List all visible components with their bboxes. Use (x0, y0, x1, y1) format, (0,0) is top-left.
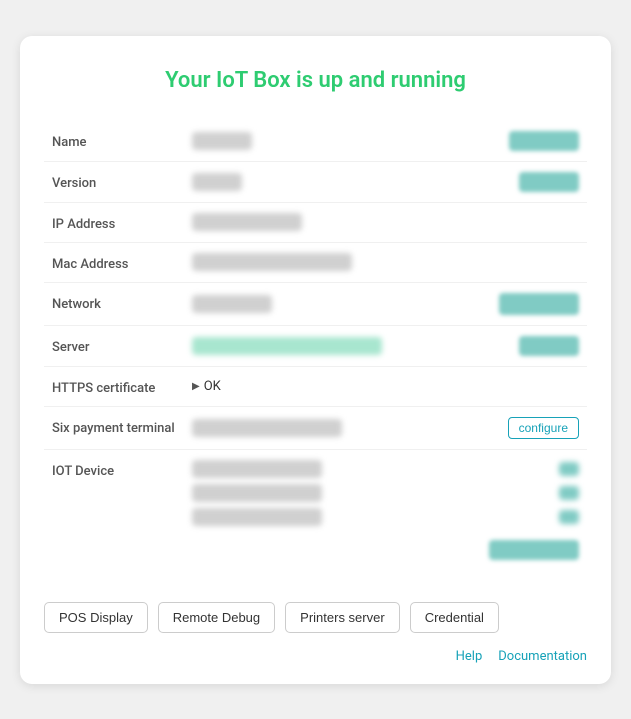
iot-device-item-2 (192, 484, 579, 502)
iot-box-card: Your IoT Box is up and running Name Vers… (20, 36, 611, 684)
iot-device-item-3 (192, 508, 579, 526)
network-action-button[interactable] (499, 293, 579, 315)
iot-device-item-1 (192, 460, 579, 478)
iot-device-status-1 (559, 462, 579, 476)
iot-device-action (192, 540, 579, 560)
version-label: Version (44, 161, 184, 202)
version-row: Version (44, 161, 587, 202)
help-link[interactable]: Help (456, 649, 483, 664)
iot-device-list (192, 460, 579, 560)
network-row: Network (44, 282, 587, 325)
credential-button[interactable]: Credential (410, 602, 499, 633)
remote-debug-button[interactable]: Remote Debug (158, 602, 275, 633)
https-value-cell: ▶ OK (184, 366, 587, 406)
server-label: Server (44, 325, 184, 366)
documentation-link[interactable]: Documentation (498, 649, 587, 664)
mac-address-label: Mac Address (44, 242, 184, 282)
server-value-cell (184, 325, 587, 366)
version-action-button[interactable] (519, 172, 579, 192)
network-label: Network (44, 282, 184, 325)
server-row: Server (44, 325, 587, 366)
iot-device-action-button (489, 540, 579, 560)
iot-device-name-2 (192, 484, 322, 502)
info-table: Name Version IP Address (44, 121, 587, 570)
payment-terminal-value-cell: configure (184, 406, 587, 449)
network-value (192, 295, 272, 313)
payment-terminal-value (192, 419, 342, 437)
payment-terminal-row: Six payment terminal configure (44, 406, 587, 449)
iot-device-status-2 (559, 486, 579, 500)
mac-address-value-cell (184, 242, 587, 282)
ip-address-value-cell (184, 202, 587, 242)
ip-address-value (192, 213, 302, 231)
name-label: Name (44, 121, 184, 162)
printers-server-button[interactable]: Printers server (285, 602, 400, 633)
https-status: OK (204, 379, 221, 394)
https-label: HTTPS certificate (44, 366, 184, 406)
mac-address-row: Mac Address (44, 242, 587, 282)
configure-button[interactable]: configure (508, 417, 579, 439)
version-value (192, 173, 242, 191)
server-value (192, 337, 382, 355)
payment-terminal-label: Six payment terminal (44, 406, 184, 449)
iot-device-name-1 (192, 460, 322, 478)
name-row: Name (44, 121, 587, 162)
https-row: HTTPS certificate ▶ OK (44, 366, 587, 406)
footer-links: Help Documentation (44, 641, 587, 664)
ip-address-row: IP Address (44, 202, 587, 242)
iot-device-status-3 (559, 510, 579, 524)
mac-address-value (192, 253, 352, 271)
version-value-cell (184, 161, 587, 202)
page-title: Your IoT Box is up and running (44, 68, 587, 93)
iot-device-row: IOT Device (44, 449, 587, 570)
server-action-button[interactable] (519, 336, 579, 356)
network-value-cell (184, 282, 587, 325)
pos-display-button[interactable]: POS Display (44, 602, 148, 633)
iot-device-name-3 (192, 508, 322, 526)
https-arrow: ▶ (192, 381, 200, 392)
iot-device-value-cell (184, 449, 587, 570)
iot-device-label: IOT Device (44, 449, 184, 570)
name-action-button[interactable] (509, 131, 579, 151)
footer-buttons: POS Display Remote Debug Printers server… (44, 590, 587, 641)
ip-address-label: IP Address (44, 202, 184, 242)
name-value-cell (184, 121, 587, 162)
name-value (192, 132, 252, 150)
